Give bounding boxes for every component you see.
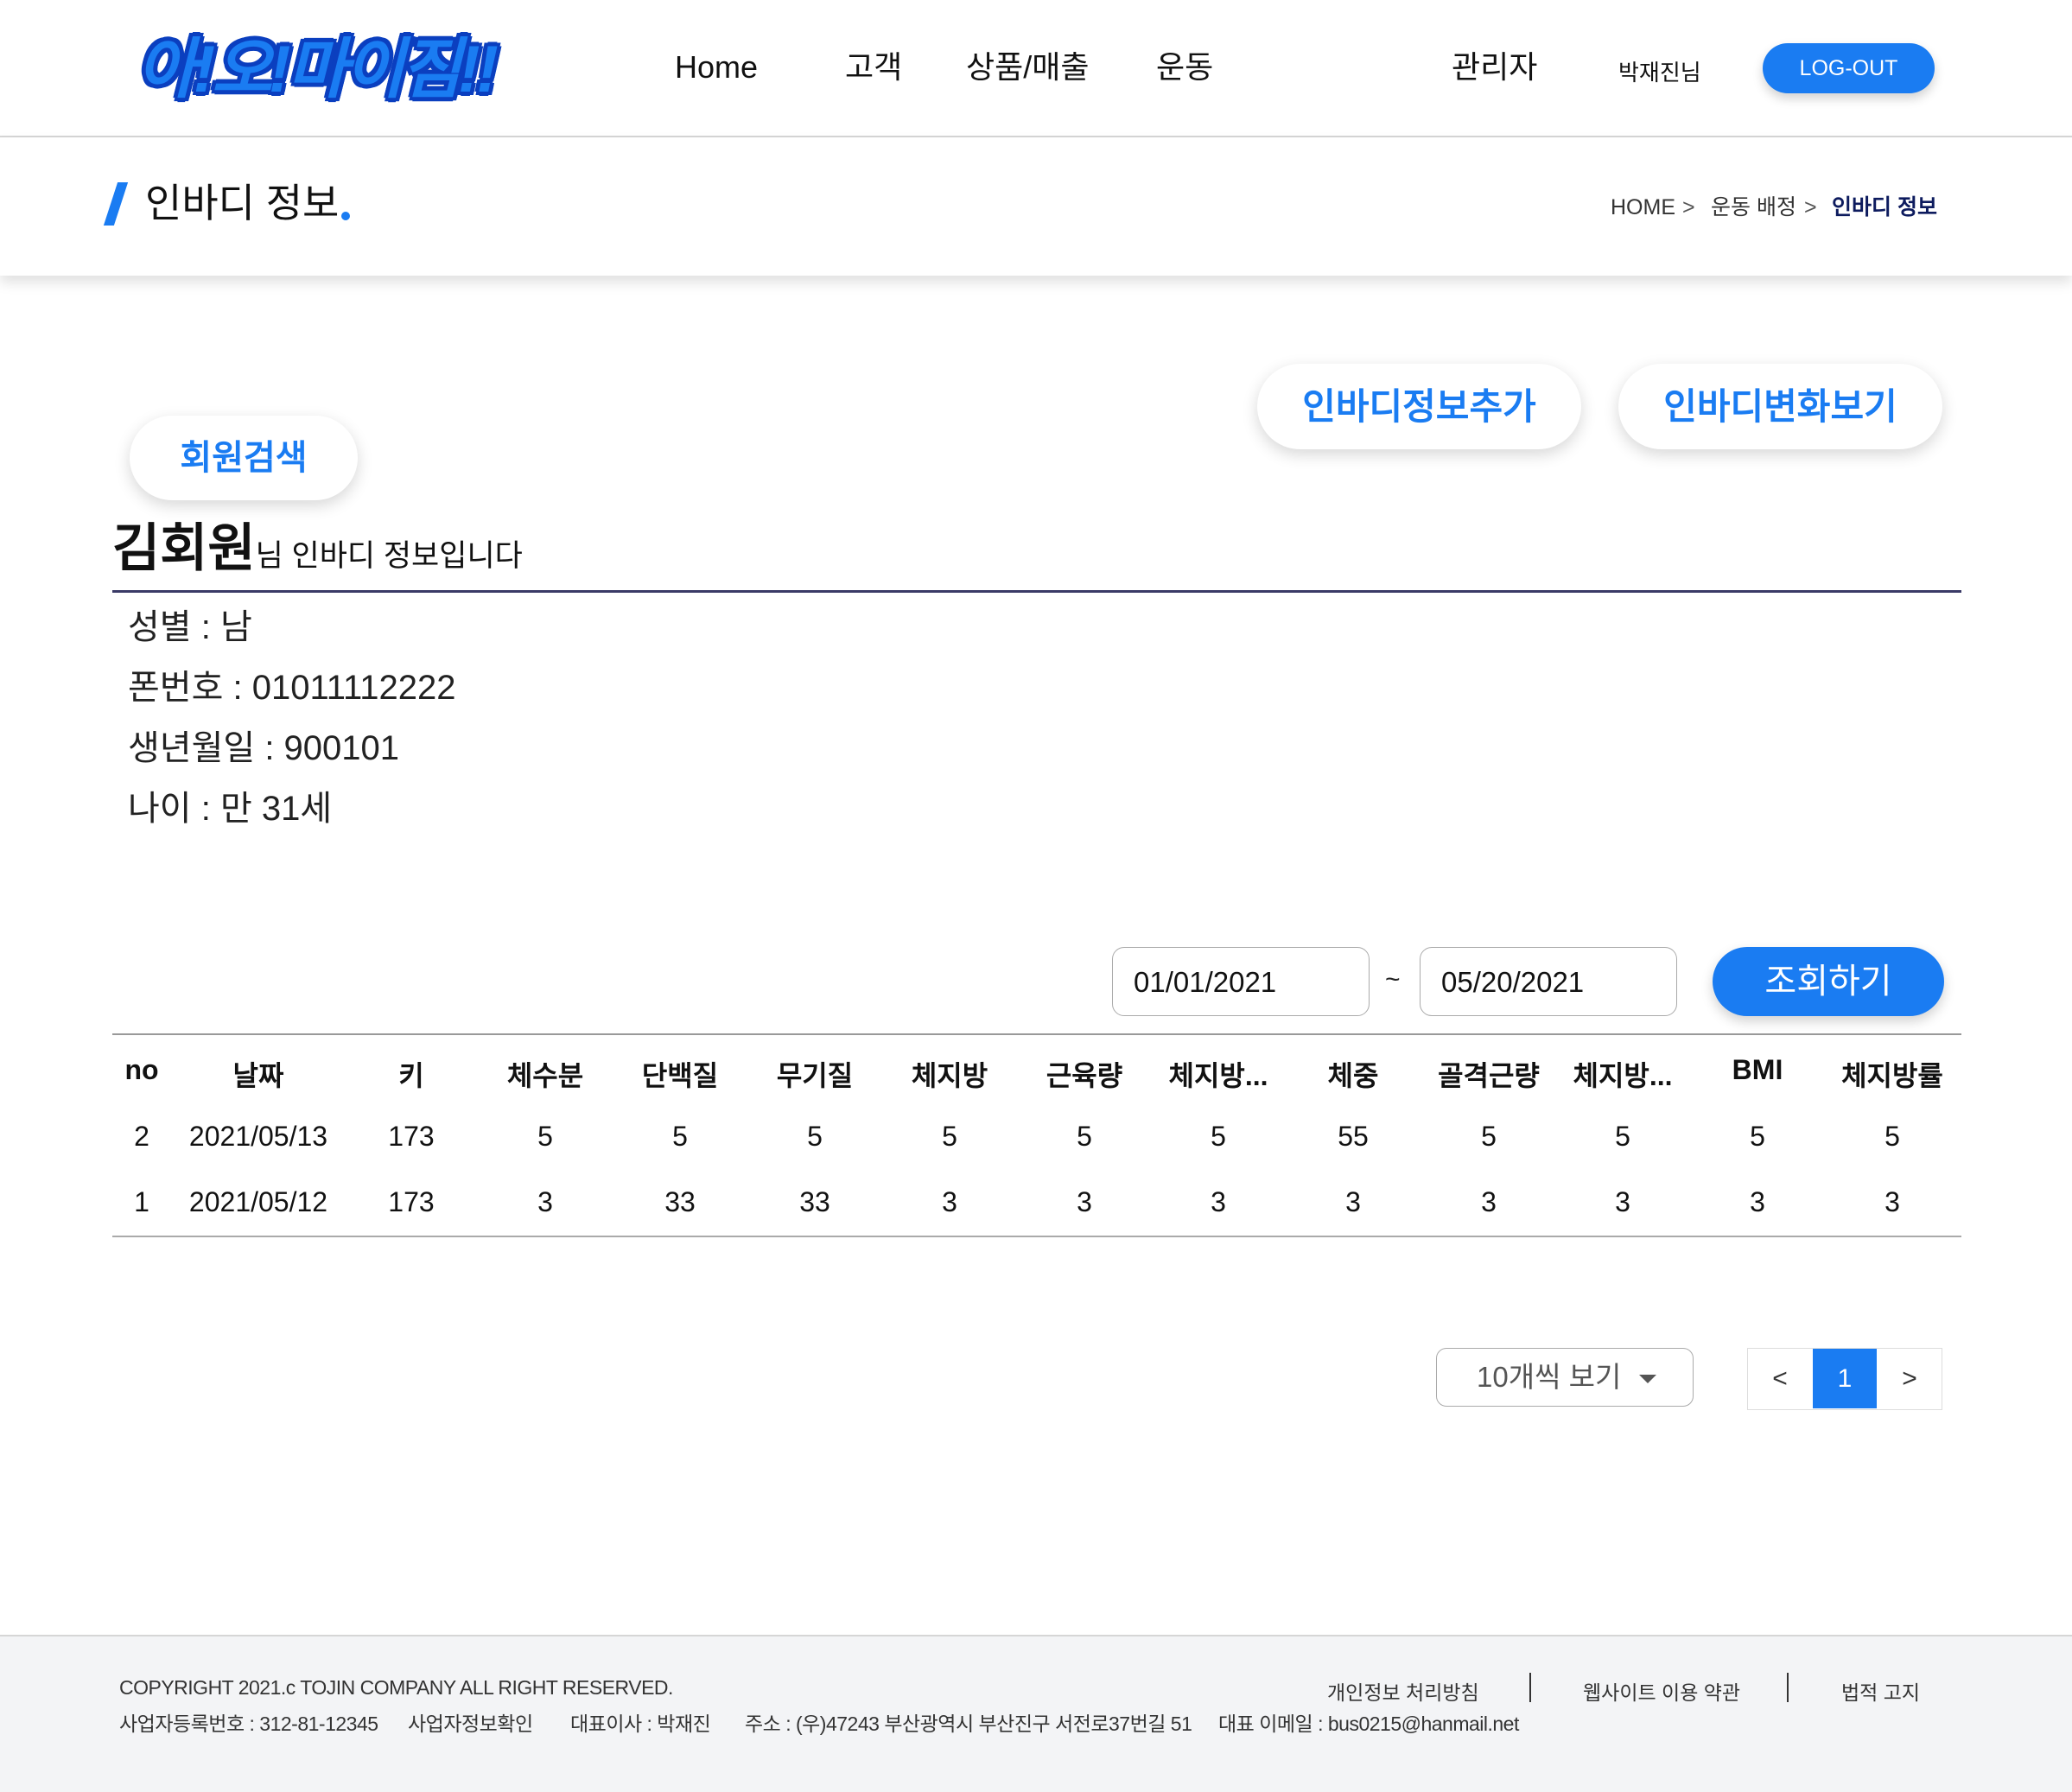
table-cell: 5 (1750, 1121, 1765, 1152)
table-cell: 3 (1615, 1186, 1630, 1217)
view-inbody-change-button[interactable]: 인바디변화보기 (1618, 364, 1942, 449)
table-cell: 3 (1750, 1186, 1765, 1217)
add-inbody-button[interactable]: 인바디정보추가 (1257, 364, 1581, 449)
table-header-cell: 체중 (1327, 1060, 1379, 1091)
nav-admin[interactable]: 관리자 (1452, 48, 1537, 86)
footer-terms-link[interactable]: 웹사이트 이용 약관 (1583, 1676, 1740, 1706)
nav-product-sales[interactable]: 상품/매출 (966, 48, 1089, 86)
footer-privacy-link[interactable]: 개인정보 처리방침 (1327, 1676, 1479, 1706)
member-heading: 김회원님 인바디 정보입니다 (112, 518, 523, 593)
table-cell: 5 (672, 1121, 688, 1152)
table-cell: 2 (134, 1121, 149, 1152)
table-header-cell: 체지방... (1573, 1060, 1673, 1091)
table-cell: 3 (1481, 1186, 1497, 1217)
table-cell: 173 (388, 1121, 435, 1152)
title-accent-slash (103, 182, 129, 226)
table-cell: 2021/05/13 (188, 1121, 328, 1152)
top-header: 아!오!마이짐!! Home 고객 상품/매출 운동 관리자 박재진님 LOG-… (0, 0, 2072, 137)
member-age: 나이 : 만 31세 (128, 790, 333, 828)
table-header-cell: 무기질 (776, 1060, 854, 1091)
next-page-button[interactable]: > (1878, 1349, 1942, 1408)
logo[interactable]: 아!오!마이짐!! (137, 31, 517, 109)
breadcrumb-exercise[interactable]: 운동 배정 (1711, 194, 1796, 220)
footer-address: 주소 : (우)47243 부산광역시 부산진구 서전로37번길 51 (745, 1713, 1192, 1735)
table-header-cell: 체지방... (1168, 1060, 1268, 1091)
member-divider (112, 590, 1961, 593)
table-header-cell: 키 (398, 1060, 424, 1091)
logo-text: 아!오!마이짐!! (137, 33, 499, 106)
footer-business-number: 사업자등록번호 : 312-81-12345 (119, 1713, 378, 1735)
page-title: 인바디 정보 (145, 181, 340, 226)
breadcrumb-current: 인바디 정보 (1832, 195, 1937, 219)
pagination: < 1 > (1747, 1348, 1942, 1410)
table-cell: 33 (664, 1186, 696, 1217)
start-date-input[interactable]: 01/01/2021 (1112, 947, 1370, 1016)
member-name: 김회원 (112, 519, 256, 577)
breadcrumb-home[interactable]: HOME (1611, 194, 1675, 220)
table-cell: 3 (1345, 1186, 1361, 1217)
footer-copyright: COPYRIGHT 2021.c TOJIN COMPANY ALL RIGHT… (119, 1676, 673, 1699)
nav-home[interactable]: Home (675, 48, 758, 86)
table-cell: 5 (1077, 1121, 1092, 1152)
table-cell: 3 (1077, 1186, 1092, 1217)
table-header-cell: 체수분 (506, 1060, 584, 1091)
table-cell: 173 (388, 1186, 435, 1217)
footer-divider (1529, 1673, 1531, 1702)
footer-ceo: 대표이사 : 박재진 (570, 1713, 711, 1735)
member-heading-suffix: 님 인바디 정보입니다 (255, 539, 523, 573)
table-cell: 5 (807, 1121, 823, 1152)
breadcrumb-separator: > (1682, 195, 1695, 219)
table-cell: 5 (942, 1121, 957, 1152)
table-cell: 5 (537, 1121, 553, 1152)
footer-legal-link[interactable]: 법적 고지 (1841, 1676, 1920, 1706)
footer-business-info-link[interactable]: 사업자정보확인 (408, 1707, 533, 1737)
table-bottom-border (112, 1236, 1961, 1237)
prev-page-button[interactable]: < (1748, 1349, 1812, 1408)
table-cell: 2021/05/12 (188, 1186, 328, 1217)
table-cell: 1 (134, 1186, 149, 1217)
breadcrumb-separator: > (1804, 195, 1817, 219)
table-cell: 5 (1481, 1121, 1497, 1152)
logout-button[interactable]: LOG-OUT (1763, 43, 1935, 93)
table-header-cell: 골격근량 (1438, 1060, 1540, 1091)
end-date-input[interactable]: 05/20/2021 (1420, 947, 1677, 1016)
table-cell: 5 (1211, 1121, 1226, 1152)
table-top-border (112, 1033, 1961, 1035)
table-header-cell: 체지방 (911, 1060, 988, 1091)
table-cell: 3 (1885, 1186, 1900, 1217)
page-size-label: 10개씩 보기 (1477, 1361, 1622, 1393)
table-cell: 5 (1885, 1121, 1900, 1152)
page-size-select[interactable]: 10개씩 보기 (1436, 1348, 1694, 1407)
table-cell: 5 (1615, 1121, 1630, 1152)
table-cell: 3 (537, 1186, 553, 1217)
date-range-separator: ~ (1385, 965, 1401, 994)
table-cell: 3 (942, 1186, 957, 1217)
nav-customer[interactable]: 고객 (845, 48, 902, 86)
title-accent-dot (341, 212, 350, 220)
query-button[interactable]: 조회하기 (1713, 947, 1944, 1016)
table-cell: 55 (1338, 1121, 1369, 1152)
footer: COPYRIGHT 2021.c TOJIN COMPANY ALL RIGHT… (0, 1635, 2072, 1792)
member-search-button[interactable]: 회원검색 (130, 416, 358, 500)
member-birthdate: 생년월일 : 900101 (128, 729, 400, 767)
member-phone: 폰번호 : 01011112222 (128, 669, 456, 707)
table-header-cell: BMI (1732, 1054, 1783, 1085)
table-header-cell: 단백질 (641, 1060, 719, 1091)
table-header-cell: 근육량 (1046, 1060, 1123, 1091)
table-cell: 3 (1211, 1186, 1226, 1217)
table-header-cell: 체지방률 (1841, 1060, 1943, 1091)
page-number-current[interactable]: 1 (1813, 1349, 1877, 1408)
table-header-cell: no (124, 1054, 159, 1085)
user-name: 박재진님 (1618, 60, 1701, 86)
table-cell: 33 (799, 1186, 830, 1217)
chevron-down-icon (1639, 1375, 1656, 1383)
table-header-cell: 날짜 (232, 1060, 284, 1091)
footer-email: 대표 이메일 : bus0215@hanmail.net (1218, 1713, 1519, 1735)
page-title-bar: 인바디 정보 HOME > 운동 배정 > 인바디 정보 (0, 137, 2072, 276)
footer-divider (1787, 1673, 1789, 1702)
nav-exercise[interactable]: 운동 (1156, 48, 1213, 86)
member-gender: 성별 : 남 (128, 608, 252, 646)
